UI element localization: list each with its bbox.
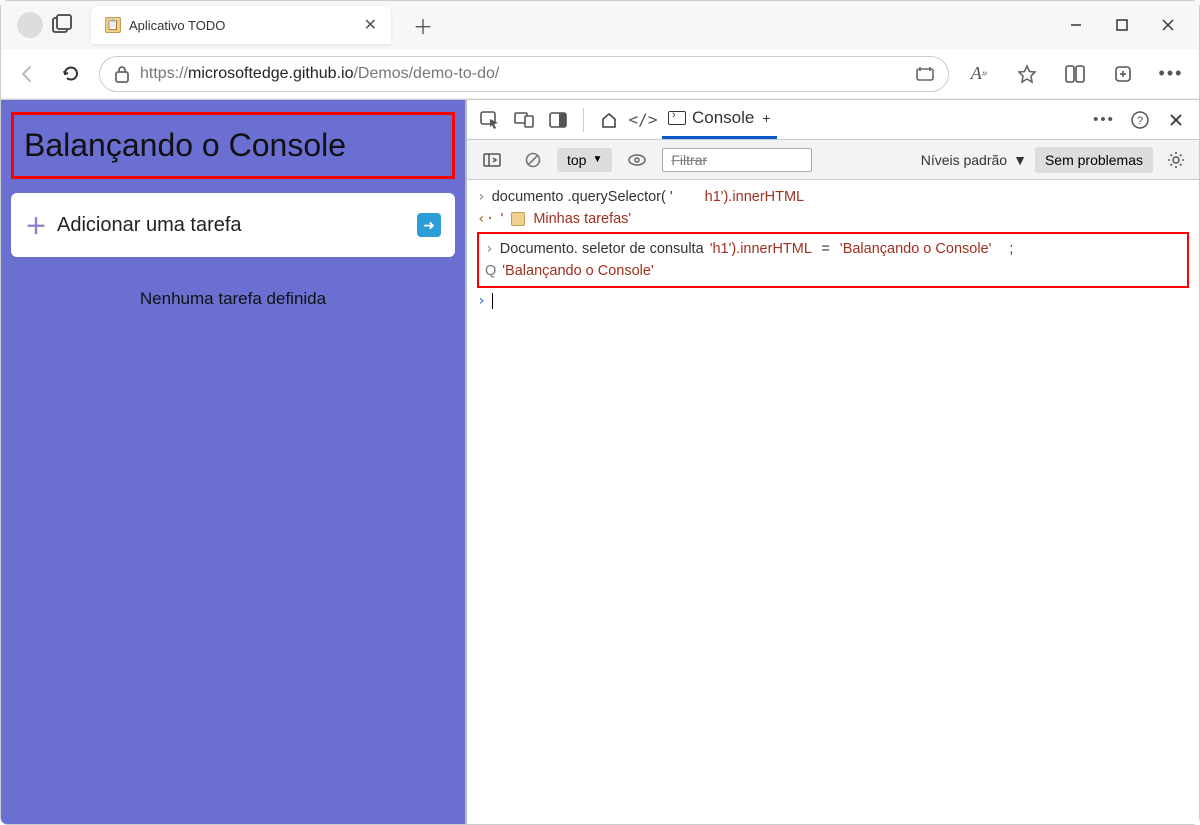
console-line: › documento .querySelector( ' h1').inner… (477, 186, 1189, 208)
new-tab-button[interactable]: ＋ (405, 11, 441, 40)
refresh-button[interactable] (55, 58, 87, 90)
tab-actions-icon[interactable] (51, 14, 73, 36)
console-line: ‹· ' Minhas tarefas' (477, 208, 1189, 230)
highlighted-console-block: › Documento. seletor de consulta 'h1').i… (477, 232, 1189, 288)
plus-icon: ＋ (25, 209, 47, 241)
text-cursor (492, 293, 493, 309)
close-window-button[interactable] (1145, 2, 1191, 48)
clipboard-icon (511, 212, 525, 226)
devtools-panel: </> Console + ••• ? (465, 100, 1199, 824)
code-text: Minhas tarefas' (533, 211, 631, 227)
read-aloud-button[interactable]: A» (961, 56, 997, 92)
welcome-tab-icon[interactable] (594, 105, 624, 135)
collections-button[interactable] (1105, 56, 1141, 92)
console-tab[interactable]: Console + (662, 100, 777, 139)
log-levels-label: Níveis padrão (921, 152, 1007, 168)
clear-console-icon[interactable] (517, 148, 549, 172)
content-area: Balançando o Console ＋ Adicionar uma tar… (1, 99, 1199, 824)
context-label: top (567, 152, 586, 168)
code-text: 'h1').innerHTML (710, 241, 812, 257)
code-text: h1').innerHTML (705, 189, 804, 205)
titlebar: 📋 Aplicativo TODO ✕ ＋ (1, 1, 1199, 49)
dropdown-arrow-icon: ▼ (1013, 152, 1027, 168)
devtools-more-icon[interactable]: ••• (1089, 105, 1119, 135)
svg-text:?: ? (1137, 115, 1143, 127)
more-tabs-icon[interactable]: + (762, 110, 770, 126)
maximize-button[interactable] (1099, 2, 1145, 48)
url-text: https://microsoftedge.github.io/Demos/de… (140, 65, 499, 83)
browser-menu-button[interactable]: ••• (1153, 56, 1189, 92)
app-heading: Balançando o Console (11, 112, 455, 179)
live-expression-icon[interactable] (620, 150, 654, 170)
tab-favicon-icon: 📋 (105, 17, 121, 33)
elements-tab-icon[interactable]: </> (628, 105, 658, 135)
submit-task-icon[interactable]: ➜ (417, 213, 441, 237)
help-icon[interactable]: ? (1125, 105, 1155, 135)
code-text: 'Balançando o Console' (840, 241, 991, 257)
device-toggle-icon[interactable] (509, 105, 539, 135)
result-marker: Q (485, 263, 496, 279)
code-text: = (821, 241, 829, 257)
lock-icon[interactable] (114, 65, 130, 83)
add-task-card[interactable]: ＋ Adicionar uma tarefa ➜ (11, 193, 455, 257)
console-output[interactable]: › documento .querySelector( ' h1').inner… (467, 180, 1199, 824)
code-text: documento .querySelector( ' (492, 189, 673, 205)
minimize-button[interactable] (1053, 2, 1099, 48)
profile-avatar[interactable] (17, 12, 43, 38)
code-text: Documento. seletor de consulta (500, 241, 704, 257)
no-tasks-text: Nenhuma tarefa definida (11, 289, 455, 309)
console-line: › Documento. seletor de consulta 'h1').i… (485, 238, 1181, 260)
issues-button[interactable]: Sem problemas (1035, 147, 1153, 173)
tab-title: Aplicativo TODO (129, 18, 356, 33)
devtools-tab-bar: </> Console + ••• ? (467, 100, 1199, 140)
split-screen-button[interactable] (1057, 56, 1093, 92)
favorite-button[interactable] (1009, 56, 1045, 92)
url-box[interactable]: https://microsoftedge.github.io/Demos/de… (99, 56, 949, 92)
code-text: ; (1009, 241, 1013, 257)
dock-side-icon[interactable] (543, 105, 573, 135)
address-bar: https://microsoftedge.github.io/Demos/de… (1, 49, 1199, 99)
context-selector[interactable]: top ▼ (557, 148, 612, 172)
console-line: Q 'Balançando o Console' (485, 260, 1181, 282)
result-icon: ‹· (477, 211, 494, 227)
toggle-sidebar-icon[interactable] (475, 149, 509, 171)
code-text: 'Balançando o Console' (502, 263, 653, 279)
filter-input[interactable] (662, 148, 812, 172)
console-settings-icon[interactable] (1161, 151, 1191, 169)
back-button[interactable] (11, 58, 43, 90)
prompt-icon: › (477, 293, 486, 309)
console-prompt[interactable]: › (477, 290, 1189, 312)
devtools-close-icon[interactable] (1161, 105, 1191, 135)
console-tab-label: Console (692, 108, 754, 128)
dropdown-arrow-icon: ▼ (592, 154, 602, 165)
console-toolbar: top ▼ Níveis padrão ▼ Sem problemas (467, 140, 1199, 180)
todo-app: Balançando o Console ＋ Adicionar uma tar… (1, 100, 465, 824)
console-icon (668, 111, 686, 125)
add-task-label: Adicionar uma tarefa (57, 214, 407, 237)
prompt-icon: › (485, 241, 494, 257)
log-levels-dropdown[interactable]: Níveis padrão ▼ (921, 152, 1027, 168)
prompt-icon: › (477, 189, 486, 205)
inspect-element-icon[interactable] (475, 105, 505, 135)
code-text: ' (500, 211, 503, 227)
tab-close-icon[interactable]: ✕ (364, 15, 377, 35)
browser-tab[interactable]: 📋 Aplicativo TODO ✕ (91, 6, 391, 44)
app-available-icon[interactable] (916, 66, 934, 82)
